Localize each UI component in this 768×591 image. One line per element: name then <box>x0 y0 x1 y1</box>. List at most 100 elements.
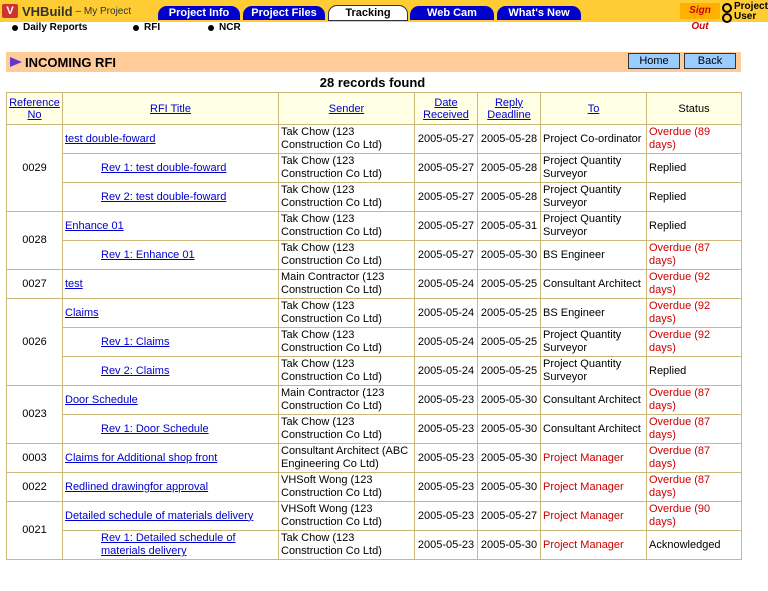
table-row: 0026 Claims Tak Chow (123 Construction Co … <box>6 298 742 386</box>
cell-title: Rev 1: test double-foward <box>62 153 279 183</box>
sort-to-link[interactable]: To <box>588 103 600 115</box>
column-header-title[interactable]: RFI Title <box>62 92 279 125</box>
cell-to: Project Manager <box>540 501 647 531</box>
table-row: Rev 1: Claims Tak Chow (123 Construction … <box>7 327 742 357</box>
cell-to: Project Quantity Surveyor <box>540 182 647 212</box>
cell-to: Consultant Architect <box>540 385 647 415</box>
subnav-ncr[interactable]: NCR <box>208 22 241 34</box>
subnav-ncr-label: NCR <box>219 22 241 33</box>
table-row: Rev 1: Door Schedule Tak Chow (123 Constr… <box>7 414 742 444</box>
cell-reply-deadline: 2005-05-25 <box>477 269 541 299</box>
subnav-daily-reports-label: Daily Reports <box>23 22 88 33</box>
cell-date-received: 2005-05-27 <box>414 153 478 183</box>
column-header-reference[interactable]: Reference No <box>6 92 63 125</box>
cell-reply-deadline: 2005-05-28 <box>477 182 541 212</box>
rfi-title-link[interactable]: Rev 1: Door Schedule <box>101 423 209 435</box>
tab-project-files[interactable]: Project Files <box>243 6 325 20</box>
table-row: 0029 test double-foward Tak Chow (123 Cons… <box>6 124 742 212</box>
cell-title: Rev 2: test double-foward <box>62 182 279 212</box>
table-row: Rev 1: Enhance 01 Tak Chow (123 Construct… <box>7 240 742 270</box>
cell-sender: Tak Chow (123 Construction Co Ltd) <box>278 240 415 270</box>
column-header-sender[interactable]: Sender <box>278 92 415 125</box>
rfi-title-link[interactable]: Claims <box>65 307 99 319</box>
subnav-daily-reports[interactable]: Daily Reports <box>12 22 87 34</box>
cell-to: Consultant Architect <box>540 414 647 444</box>
rfi-title-link[interactable]: Rev 1: Detailed schedule of materials de… <box>101 532 236 557</box>
sort-reply-deadline-link[interactable]: Reply Deadline <box>487 97 530 121</box>
rfi-title-link[interactable]: Detailed schedule of materials delivery <box>65 510 253 522</box>
rfi-title-link[interactable]: Rev 2: test double-foward <box>101 191 226 203</box>
column-header-to[interactable]: To <box>540 92 647 125</box>
cell-status: Replied <box>646 182 742 212</box>
home-button[interactable]: Home <box>628 53 680 69</box>
rfi-title-link[interactable]: test <box>65 278 83 290</box>
rfi-title-link[interactable]: Rev 2: Claims <box>101 365 169 377</box>
cell-reference: 0003 <box>6 443 63 473</box>
cell-reply-deadline: 2005-05-28 <box>477 153 541 183</box>
rfi-table: Reference No RFI Title Sender Date Recei… <box>6 92 742 560</box>
cell-to: Project Co-ordinator <box>540 124 647 154</box>
cell-sender: Tak Chow (123 Construction Co Ltd) <box>278 153 415 183</box>
rfi-title-link[interactable]: test double-foward <box>65 133 156 145</box>
cell-to: BS Engineer <box>540 298 647 328</box>
column-header-reply-deadline[interactable]: Reply Deadline <box>477 92 541 125</box>
tab-whats-new[interactable]: What's New <box>497 6 581 20</box>
cell-sender: Consultant Architect (ABC Engineering Co… <box>278 443 415 473</box>
rfi-title-link[interactable]: Door Schedule <box>65 394 138 406</box>
back-button[interactable]: Back <box>684 53 736 69</box>
tab-project-info[interactable]: Project Info <box>158 6 240 20</box>
cell-title: Rev 1: Enhance 01 <box>62 240 279 270</box>
cell-reference: 0023 <box>6 385 63 444</box>
cell-date-received: 2005-05-24 <box>414 298 478 328</box>
cell-title: Claims <box>62 298 279 328</box>
cell-status: Overdue (92 days) <box>646 327 742 357</box>
cell-status: Overdue (92 days) <box>646 298 742 328</box>
sort-reference-link[interactable]: Reference No <box>9 97 60 121</box>
rfi-title-link[interactable]: Rev 1: test double-foward <box>101 162 226 174</box>
user-menu[interactable]: Project User <box>722 1 768 23</box>
cell-to: Project Quantity Surveyor <box>540 356 647 386</box>
cell-date-received: 2005-05-23 <box>414 414 478 444</box>
cell-sender: VHSoft Wong (123 Construction Co Ltd) <box>278 472 415 502</box>
cell-sender: Tak Chow (123 Construction Co Ltd) <box>278 327 415 357</box>
sort-sender-link[interactable]: Sender <box>329 103 364 115</box>
cell-reply-deadline: 2005-05-30 <box>477 240 541 270</box>
rfi-title-link[interactable]: Rev 1: Claims <box>101 336 169 348</box>
rfi-title-link[interactable]: Claims for Additional shop front <box>65 452 217 464</box>
cell-status: Overdue (89 days) <box>646 124 742 154</box>
cell-status: Acknowledged <box>646 530 742 560</box>
sort-date-received-link[interactable]: Date Received <box>423 97 469 121</box>
project-name: – My Project <box>75 5 132 17</box>
bullet-icon <box>133 25 139 31</box>
cell-status: Overdue (87 days) <box>646 443 742 473</box>
section-title: INCOMING RFI <box>25 55 116 70</box>
table-row: 0027 test Main Contractor (123 Constructio… <box>6 269 742 299</box>
sort-title-link[interactable]: RFI Title <box>150 103 191 115</box>
cell-status: Overdue (87 days) <box>646 414 742 444</box>
rfi-title-link[interactable]: Redlined drawingfor approval <box>65 481 208 493</box>
cell-title: Rev 2: Claims <box>62 356 279 386</box>
cell-reply-deadline: 2005-05-27 <box>477 501 541 531</box>
column-header-date-received[interactable]: Date Received <box>414 92 478 125</box>
rfi-title-link[interactable]: Enhance 01 <box>65 220 124 232</box>
app-logo[interactable]: V VHBuild – My Project <box>2 2 131 20</box>
cell-to: Project Manager <box>540 530 647 560</box>
cell-title: Rev 1: Detailed schedule of materials de… <box>62 530 279 560</box>
cell-to: Project Manager <box>540 443 647 473</box>
tab-tracking[interactable]: Tracking <box>328 5 408 21</box>
rfi-title-link[interactable]: Rev 1: Enhance 01 <box>101 249 195 261</box>
vhbuild-logo-icon: V <box>2 4 18 18</box>
table-row: 0023 Door Schedule Main Contractor (123 Co… <box>6 385 742 444</box>
arrow-right-icon <box>10 57 22 67</box>
tab-web-cam[interactable]: Web Cam <box>410 6 494 20</box>
cell-status: Replied <box>646 153 742 183</box>
sign-out-button[interactable]: Sign Out <box>680 3 720 32</box>
cell-title: Claims for Additional shop front <box>62 443 279 473</box>
cell-title: Detailed schedule of materials delivery <box>62 501 279 531</box>
top-bar: V VHBuild – My Project Project Info Proj… <box>0 0 768 32</box>
cell-to: Project Quantity Surveyor <box>540 327 647 357</box>
cell-reference: 0027 <box>6 269 63 299</box>
bullet-icon <box>12 25 18 31</box>
subnav-rfi[interactable]: RFI <box>133 22 160 34</box>
cell-title: Rev 1: Door Schedule <box>62 414 279 444</box>
